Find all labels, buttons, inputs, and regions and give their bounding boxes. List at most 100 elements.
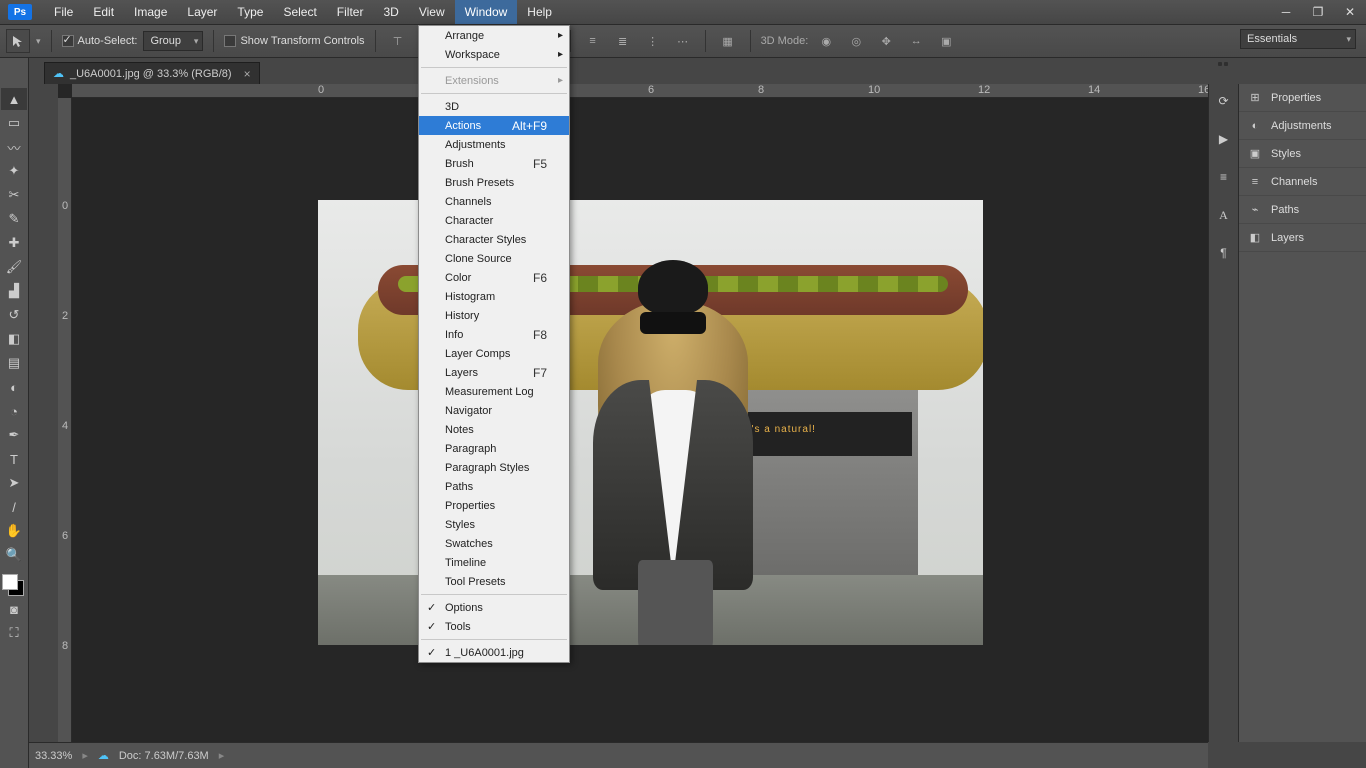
menu-layer[interactable]: Layer: [177, 0, 227, 24]
minimize-button[interactable]: ─: [1270, 0, 1302, 24]
color-swatches[interactable]: [0, 574, 28, 598]
panel-styles[interactable]: ▣Styles: [1239, 140, 1366, 168]
menu-item-styles[interactable]: Styles: [419, 515, 569, 534]
panel-paths[interactable]: ⌁Paths: [1239, 196, 1366, 224]
menu-item-navigator[interactable]: Navigator: [419, 401, 569, 420]
ruler-horizontal[interactable]: 024681012141618: [72, 84, 1208, 98]
panel-properties[interactable]: ⊞Properties: [1239, 84, 1366, 112]
menu-select[interactable]: Select: [273, 0, 326, 24]
menu-item-notes[interactable]: Notes: [419, 420, 569, 439]
history-brush-tool[interactable]: ↺: [1, 304, 27, 326]
pen-tool[interactable]: ✒: [1, 424, 27, 446]
eraser-tool[interactable]: ◧: [1, 328, 27, 350]
paragraph-styles-icon[interactable]: ¶: [1213, 242, 1235, 264]
3d-roll-icon[interactable]: ◎: [844, 29, 868, 53]
menu-item-swatches[interactable]: Swatches: [419, 534, 569, 553]
quick-mask-tool[interactable]: ◙: [1, 598, 27, 620]
lasso-tool[interactable]: 〰: [1, 136, 27, 158]
menu-item-color[interactable]: ColorF6: [419, 268, 569, 287]
menu-item-layers[interactable]: LayersF7: [419, 363, 569, 382]
menu-item-character-styles[interactable]: Character Styles: [419, 230, 569, 249]
auto-align-icon[interactable]: ▦: [716, 29, 740, 53]
menu-help[interactable]: Help: [517, 0, 562, 24]
magic-wand-tool[interactable]: ✦: [1, 160, 27, 182]
3d-camera-icon[interactable]: ▣: [934, 29, 958, 53]
ruler-vertical[interactable]: 0246810: [58, 98, 72, 742]
menu-view[interactable]: View: [409, 0, 455, 24]
workspace-switcher[interactable]: Essentials: [1240, 29, 1356, 49]
dodge-tool[interactable]: ◔: [1, 400, 27, 422]
actions-panel-icon[interactable]: ▶: [1213, 128, 1235, 150]
screen-mode-tool[interactable]: ⛶: [1, 622, 27, 644]
menu-item-history[interactable]: History: [419, 306, 569, 325]
stamp-tool[interactable]: ▟: [1, 280, 27, 302]
menu-item-histogram[interactable]: Histogram: [419, 287, 569, 306]
menu-item-adjustments[interactable]: Adjustments: [419, 135, 569, 154]
menu-item-1-u6a0001-jpg[interactable]: 1 _U6A0001.jpg: [419, 643, 569, 662]
eyedropper-tool[interactable]: ✎: [1, 208, 27, 230]
crop-tool[interactable]: ✂: [1, 184, 27, 206]
character-panel-icon[interactable]: A: [1213, 204, 1235, 226]
zoom-level[interactable]: 33.33%: [35, 750, 72, 762]
line-tool[interactable]: /: [1, 496, 27, 518]
zoom-tool[interactable]: 🔍: [1, 544, 27, 566]
marquee-tool[interactable]: ▭: [1, 112, 27, 134]
blur-tool[interactable]: ◐: [1, 376, 27, 398]
move-tool[interactable]: ▲: [1, 88, 27, 110]
menu-item-measurement-log[interactable]: Measurement Log: [419, 382, 569, 401]
distribute-2-icon[interactable]: ≣: [611, 29, 635, 53]
auto-select-mode-dropdown[interactable]: Group: [143, 31, 203, 51]
healing-tool[interactable]: ✚: [1, 232, 27, 254]
3d-slide-icon[interactable]: ↔: [904, 29, 928, 53]
3d-orbit-icon[interactable]: ◉: [814, 29, 838, 53]
3d-pan-icon[interactable]: ✥: [874, 29, 898, 53]
menu-item-3d[interactable]: 3D: [419, 97, 569, 116]
menu-item-properties[interactable]: Properties: [419, 496, 569, 515]
maximize-button[interactable]: ❐: [1302, 0, 1334, 24]
panel-layers[interactable]: ◧Layers: [1239, 224, 1366, 252]
menu-item-channels[interactable]: Channels: [419, 192, 569, 211]
menu-item-timeline[interactable]: Timeline: [419, 553, 569, 572]
menu-item-brush-presets[interactable]: Brush Presets: [419, 173, 569, 192]
menu-3d[interactable]: 3D: [373, 0, 408, 24]
panel-channels[interactable]: ≡Channels: [1239, 168, 1366, 196]
menu-item-workspace[interactable]: Workspace: [419, 45, 569, 64]
menu-filter[interactable]: Filter: [327, 0, 374, 24]
menu-item-clone-source[interactable]: Clone Source: [419, 249, 569, 268]
type-tool[interactable]: T: [1, 448, 27, 470]
panel-adjustments[interactable]: ◐Adjustments: [1239, 112, 1366, 140]
menu-item-brush[interactable]: BrushF5: [419, 154, 569, 173]
auto-select-checkbox[interactable]: Auto-Select:: [62, 35, 138, 47]
menu-edit[interactable]: Edit: [83, 0, 124, 24]
menu-item-paragraph[interactable]: Paragraph: [419, 439, 569, 458]
menu-item-arrange[interactable]: Arrange: [419, 26, 569, 45]
menu-item-character[interactable]: Character: [419, 211, 569, 230]
doc-size-readout[interactable]: Doc: 7.63M/7.63M: [119, 750, 209, 762]
menu-item-options[interactable]: Options: [419, 598, 569, 617]
menu-type[interactable]: Type: [227, 0, 273, 24]
status-arrow-icon[interactable]: ▸: [219, 749, 225, 762]
current-tool-preset[interactable]: [6, 29, 30, 53]
history-panel-icon[interactable]: ⟳: [1213, 90, 1235, 112]
path-select-tool[interactable]: ➤: [1, 472, 27, 494]
brush-tool[interactable]: 🖌: [1, 256, 27, 278]
distribute-1-icon[interactable]: ≡: [581, 29, 605, 53]
menu-item-layer-comps[interactable]: Layer Comps: [419, 344, 569, 363]
menu-image[interactable]: Image: [124, 0, 177, 24]
menu-item-paragraph-styles[interactable]: Paragraph Styles: [419, 458, 569, 477]
menu-file[interactable]: File: [44, 0, 83, 24]
show-transform-checkbox[interactable]: Show Transform Controls: [224, 35, 364, 47]
align-top-icon[interactable]: ⊤: [386, 29, 410, 53]
distribute-4-icon[interactable]: ⋯: [671, 29, 695, 53]
menu-item-info[interactable]: InfoF8: [419, 325, 569, 344]
menu-item-actions[interactable]: ActionsAlt+F9: [419, 116, 569, 135]
menu-item-tools[interactable]: Tools: [419, 617, 569, 636]
distribute-3-icon[interactable]: ⋮: [641, 29, 665, 53]
menu-item-paths[interactable]: Paths: [419, 477, 569, 496]
hand-tool[interactable]: ✋: [1, 520, 27, 542]
menu-window[interactable]: Window: [455, 0, 518, 24]
close-button[interactable]: ✕: [1334, 0, 1366, 24]
foreground-swatch[interactable]: [2, 574, 18, 590]
paragraph-panel-icon[interactable]: ≡: [1213, 166, 1235, 188]
gradient-tool[interactable]: ▤: [1, 352, 27, 374]
